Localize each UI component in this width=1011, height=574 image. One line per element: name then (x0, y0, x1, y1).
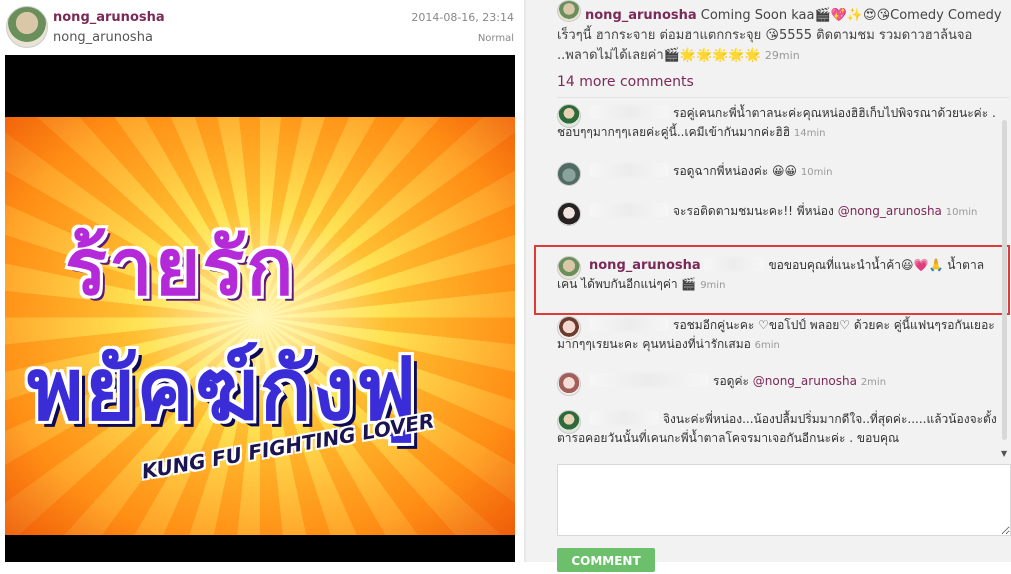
commenter-avatar[interactable] (557, 410, 581, 434)
comment-mention[interactable]: @nong_arunosha (838, 204, 942, 218)
comment-button[interactable]: COMMENT (557, 548, 655, 572)
comment-mention[interactable]: @nong_arunosha (753, 374, 857, 388)
commenter-avatar[interactable] (557, 316, 581, 340)
caption-username[interactable]: nong_arunosha (585, 8, 697, 23)
post-username[interactable]: nong_arunosha (53, 10, 165, 25)
comment-item: รอชมอีกคู่นะคะ ♡ขอโปป์ พลอย♡ ด้วยคะ คู่น… (557, 316, 997, 355)
commenter-name-redacted (589, 411, 659, 425)
comment-item: รอดูค่ะ @nong_arunosha 2min (557, 372, 997, 396)
comment-item: จะรอติดตามชมนะคะ!! พี่หน่อง @nong_arunos… (557, 202, 997, 226)
scrollbar-thumb[interactable] (1002, 120, 1007, 440)
commenter-name-redacted (589, 105, 669, 119)
comment-text: รอดูค่ะ (713, 374, 749, 388)
scroll-down-icon[interactable]: ▼ (1001, 449, 1007, 458)
highlight-box (534, 245, 1010, 315)
poster-title-line1: ร้ายรัก (65, 222, 296, 313)
divider (557, 97, 1009, 98)
commenter-avatar[interactable] (557, 202, 581, 226)
commenter-name-redacted (589, 203, 669, 217)
commenter-name-redacted (589, 317, 669, 331)
post-date: 2014-08-16, 23:14 (411, 11, 514, 24)
comment-item: รอดูฉากพี่หน่องค่ะ 😀😀 10min (557, 162, 997, 186)
comment-item: จิงนะค่ะพี่หน่อง...น้องปลื้มปริ่มมากดีใจ… (557, 410, 997, 448)
commenter-avatar[interactable] (557, 104, 581, 128)
comment-text: จะรอติดตามชมนะคะ!! พี่หน่อง (673, 204, 834, 218)
more-comments-link[interactable]: 14 more comments (557, 74, 694, 90)
user-avatar[interactable] (6, 6, 48, 48)
comment-time: 6min (754, 340, 780, 351)
commenter-name-redacted (589, 163, 669, 177)
post-caption: nong_arunosha Coming Soon kaa🎬💖✨😍😘Comedy… (557, 6, 1007, 66)
post-media-panel: nong_arunosha nong_arunosha 2014-08-16, … (0, 0, 524, 562)
commenter-avatar[interactable] (557, 372, 581, 396)
caption-time: 29min (764, 49, 800, 62)
comment-scrollbar[interactable]: ▼ (1001, 120, 1009, 458)
comment-time: 2min (860, 377, 887, 388)
comment-time: 10min (945, 207, 978, 218)
comment-text: รอดูฉากพี่หน่องค่ะ 😀😀 (673, 164, 798, 178)
commenter-avatar[interactable] (557, 162, 581, 186)
post-image[interactable]: ร้ายรัก พยัคฆ์กังฟู KUNG FU FIGHTING LOV… (5, 55, 515, 562)
post-filter: Normal (477, 33, 514, 44)
comments-panel: nong_arunosha Coming Soon kaa🎬💖✨😍😘Comedy… (526, 0, 1011, 572)
commenter-name-redacted (589, 373, 709, 387)
comment-input[interactable] (557, 464, 1011, 536)
post-subname: nong_arunosha (53, 30, 153, 45)
comment-time: 14min (793, 128, 826, 139)
comment-time: 10min (800, 167, 833, 178)
comment-item: รอคู่เคนกะพี่น้ำตาลนะค่ะคุณหน่องฮิฮิเก็บ… (557, 104, 997, 143)
